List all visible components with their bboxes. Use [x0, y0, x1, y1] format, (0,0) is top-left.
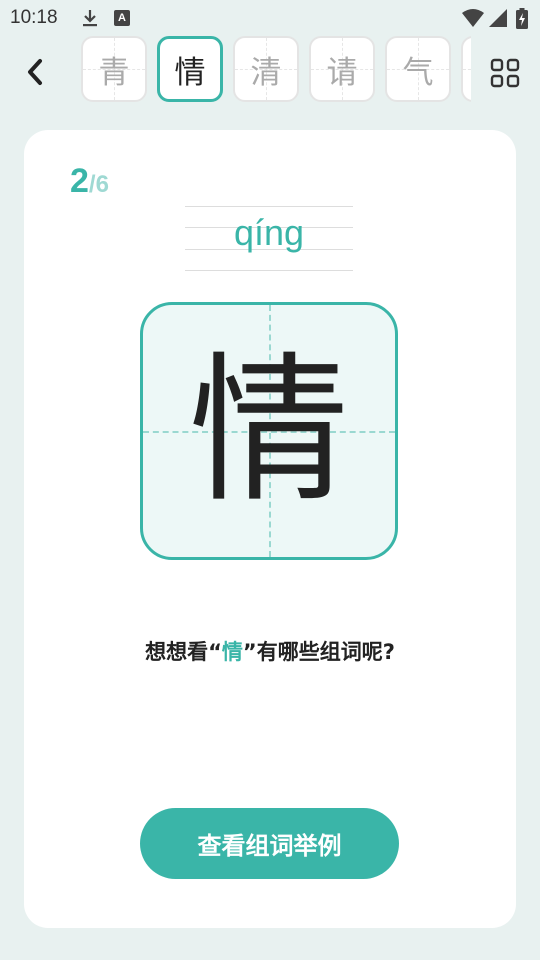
progress-current: 2: [70, 162, 89, 200]
question-prefix: 想想看“: [145, 640, 222, 664]
tab-character-5[interactable]: 气: [385, 36, 451, 102]
main-character: 情: [188, 337, 349, 524]
character-card: 2/6 qíng 情 想想看“情”有哪些组词呢? 查看组词举例: [24, 130, 516, 928]
tab-character-label: 情: [174, 54, 206, 91]
grid-view-button[interactable]: [486, 54, 524, 92]
signal-icon: [489, 9, 507, 27]
status-time: 10:18: [10, 7, 58, 28]
question-suffix: ”有哪些组词呢?: [242, 640, 395, 664]
download-icon: [83, 10, 97, 27]
progress-total: /6: [88, 171, 109, 198]
tab-character-1[interactable]: 青: [81, 36, 147, 102]
tab-character-3[interactable]: 清: [233, 36, 299, 102]
character-tab-strip[interactable]: 青 情 清 请 气: [81, 36, 471, 104]
view-word-examples-button[interactable]: 查看组词举例: [140, 808, 399, 879]
pinyin-text: qíng: [233, 212, 305, 253]
question-highlight-char: 情: [221, 640, 243, 664]
character-writing-box[interactable]: 情: [140, 302, 398, 560]
tab-character-2[interactable]: 情: [157, 36, 223, 102]
status-bar: 10:18 A: [0, 0, 540, 36]
chevron-left-icon: [28, 59, 42, 85]
tab-character-label: 清: [250, 54, 282, 91]
grid-icon: [490, 58, 520, 88]
battery-icon: [516, 8, 528, 29]
progress-indicator: 2/6: [70, 162, 109, 201]
tab-character-label: 青: [98, 54, 130, 91]
pinyin-box: qíng: [185, 206, 353, 272]
wifi-icon: [462, 9, 484, 27]
tab-character-label: 气: [402, 54, 434, 91]
tab-character-6[interactable]: [461, 36, 471, 102]
back-button[interactable]: [18, 54, 52, 90]
a-icon: A: [114, 10, 130, 26]
tab-character-label: 请: [326, 54, 358, 91]
tab-character-4[interactable]: 请: [309, 36, 375, 102]
question-text: 想想看“情”有哪些组词呢?: [24, 636, 516, 666]
